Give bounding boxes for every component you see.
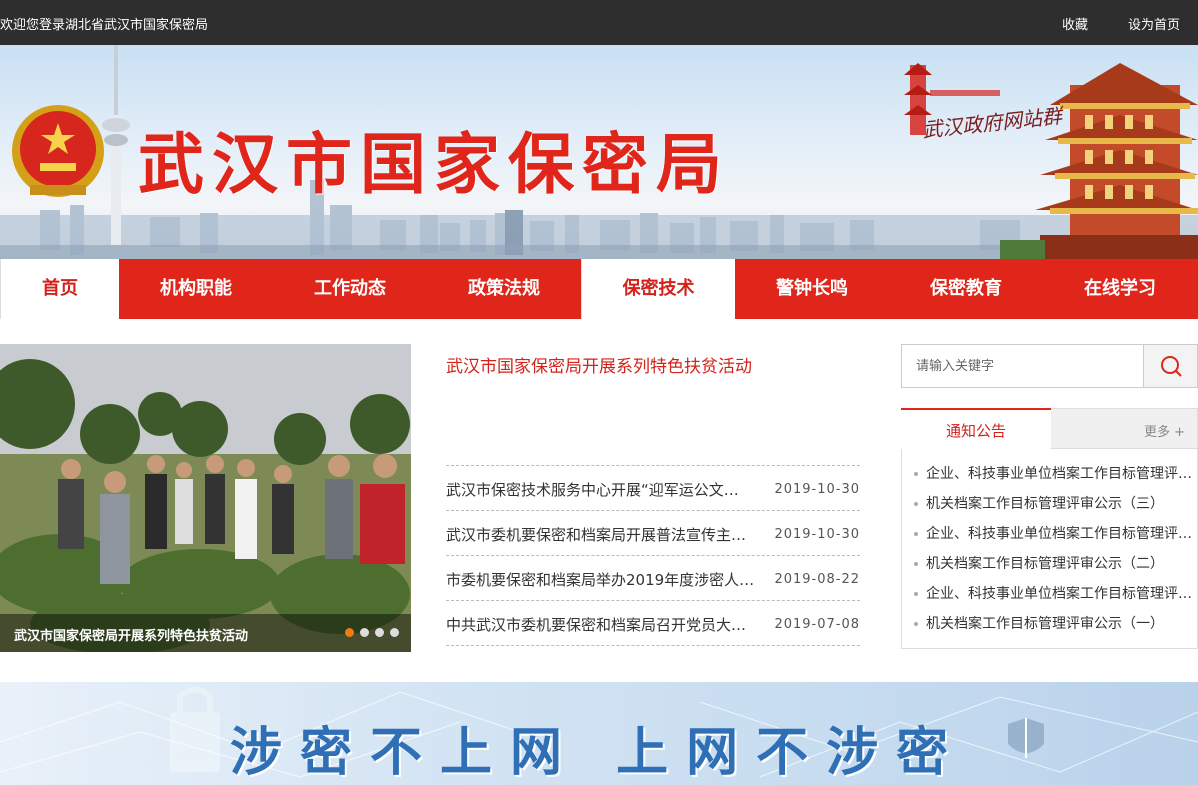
bullet-icon xyxy=(914,562,918,566)
slider-dot-3[interactable] xyxy=(375,628,384,637)
list-item[interactable]: 机关档案工作目标管理评审公示（三） xyxy=(914,489,1194,519)
nav-item-functions[interactable]: 机构职能 xyxy=(119,259,273,319)
news-item[interactable]: 武汉市保密技术服务中心开展“迎军运公文… 2019-10-30 xyxy=(446,466,860,511)
search-input[interactable] xyxy=(902,345,1144,387)
news-item[interactable]: 武汉市委机要保密和档案局开展普法宣传主… 2019-10-30 xyxy=(446,511,860,556)
slider-photo xyxy=(0,344,411,652)
nav-item-online-learning[interactable]: 在线学习 xyxy=(1043,259,1197,319)
notice-panel: 通知公告 更多 + 企业、科技事业单位档案工作目标管理评… 机关档案工作目标管理… xyxy=(901,408,1198,649)
bullet-icon xyxy=(914,502,918,506)
bullet-icon xyxy=(914,532,918,536)
bullet-icon xyxy=(914,472,918,476)
news-list: 武汉市保密技术服务中心开展“迎军运公文… 2019-10-30 武汉市委机要保密… xyxy=(446,465,860,646)
search-icon xyxy=(1161,356,1182,377)
nav-item-policies[interactable]: 政策法规 xyxy=(427,259,581,319)
news-item-date: 2019-10-30 xyxy=(774,482,860,497)
news-item-date: 2019-08-22 xyxy=(774,572,860,587)
favorite-link[interactable]: 收藏 xyxy=(1062,14,1088,33)
notice-list: 企业、科技事业单位档案工作目标管理评… 机关档案工作目标管理评审公示（三） 企业… xyxy=(902,449,1197,639)
national-emblem-icon xyxy=(12,105,104,197)
set-home-link[interactable]: 设为首页 xyxy=(1128,14,1180,33)
top-links: 收藏 设为首页 xyxy=(1062,14,1180,33)
top-bar: 欢迎您登录湖北省武汉市国家保密局 收藏 设为首页 xyxy=(0,0,1198,45)
bullet-icon xyxy=(914,592,918,596)
lock-icon xyxy=(170,686,220,772)
news-item-title[interactable]: 中共武汉市委机要保密和档案局召开党员大… xyxy=(446,601,770,645)
more-link[interactable]: 更多 + xyxy=(1144,421,1185,440)
news-item-title[interactable]: 武汉市保密技术服务中心开展“迎军运公文… xyxy=(446,466,770,510)
bullet-icon xyxy=(914,622,918,626)
notice-tabs: 通知公告 更多 + xyxy=(901,408,1197,449)
slider-dot-4[interactable] xyxy=(390,628,399,637)
site-title: 武汉市国家保密局 xyxy=(138,125,730,203)
slider-caption-bar: 武汉市国家保密局开展系列特色扶贫活动 xyxy=(0,614,411,652)
notice-item-title: 机关档案工作目标管理评审公示（三） xyxy=(926,496,1164,512)
welcome-text: 欢迎您登录湖北省武汉市国家保密局 xyxy=(0,18,209,33)
news-item-title[interactable]: 市委机要保密和档案局举办2019年度涉密人… xyxy=(446,556,770,600)
slider-dot-2[interactable] xyxy=(360,628,369,637)
notice-item-title: 机关档案工作目标管理评审公示（一） xyxy=(926,616,1164,632)
shield-icon xyxy=(1008,718,1044,758)
notice-item-title: 机关档案工作目标管理评审公示（二） xyxy=(926,556,1164,572)
list-item[interactable]: 企业、科技事业单位档案工作目标管理评… xyxy=(914,459,1194,489)
list-item[interactable]: 企业、科技事业单位档案工作目标管理评… xyxy=(914,519,1194,549)
list-item[interactable]: 机关档案工作目标管理评审公示（二） xyxy=(914,549,1194,579)
news-item-date: 2019-07-08 xyxy=(774,617,860,632)
slider-dots xyxy=(345,628,399,637)
news-item[interactable]: 中共武汉市委机要保密和档案局召开党员大… 2019-07-08 xyxy=(446,601,860,646)
slider-dot-1[interactable] xyxy=(345,628,354,637)
list-item[interactable]: 机关档案工作目标管理评审公示（一） xyxy=(914,609,1194,639)
slider-caption[interactable]: 武汉市国家保密局开展系列特色扶贫活动 xyxy=(14,625,248,644)
news-item-title[interactable]: 武汉市委机要保密和档案局开展普法宣传主… xyxy=(446,511,770,555)
notice-item-title: 企业、科技事业单位档案工作目标管理评… xyxy=(926,526,1192,542)
nav-item-security-tech[interactable]: 保密技术 xyxy=(581,259,735,319)
nav-item-home[interactable]: 首页 xyxy=(0,259,119,319)
header-banner: 武汉市国家保密局 武汉政府网站群 xyxy=(0,45,1198,259)
nav-item-work-news[interactable]: 工作动态 xyxy=(273,259,427,319)
main-nav: 首页 机构职能 工作动态 政策法规 保密技术 警钟长鸣 保密教育 在线学习 xyxy=(0,259,1198,319)
news-headline[interactable]: 武汉市国家保密局开展系列特色扶贫活动 xyxy=(446,352,752,377)
slogan-text: 涉密不上网 上网不涉密 xyxy=(230,722,967,783)
nav-item-warnings[interactable]: 警钟长鸣 xyxy=(735,259,889,319)
list-item[interactable]: 企业、科技事业单位档案工作目标管理评… xyxy=(914,579,1194,609)
notice-item-title: 企业、科技事业单位档案工作目标管理评… xyxy=(926,586,1192,602)
tab-notice[interactable]: 通知公告 xyxy=(901,408,1051,449)
search-box xyxy=(901,344,1198,388)
photo-slider[interactable]: 武汉市国家保密局开展系列特色扶贫活动 xyxy=(0,344,411,652)
slogan-banner[interactable]: 涉密不上网 上网不涉密 xyxy=(0,682,1198,785)
news-item[interactable]: 市委机要保密和档案局举办2019年度涉密人… 2019-08-22 xyxy=(446,556,860,601)
search-button[interactable] xyxy=(1143,345,1197,387)
nav-item-education[interactable]: 保密教育 xyxy=(889,259,1043,319)
notice-item-title: 企业、科技事业单位档案工作目标管理评… xyxy=(926,466,1192,482)
news-item-date: 2019-10-30 xyxy=(774,527,860,542)
